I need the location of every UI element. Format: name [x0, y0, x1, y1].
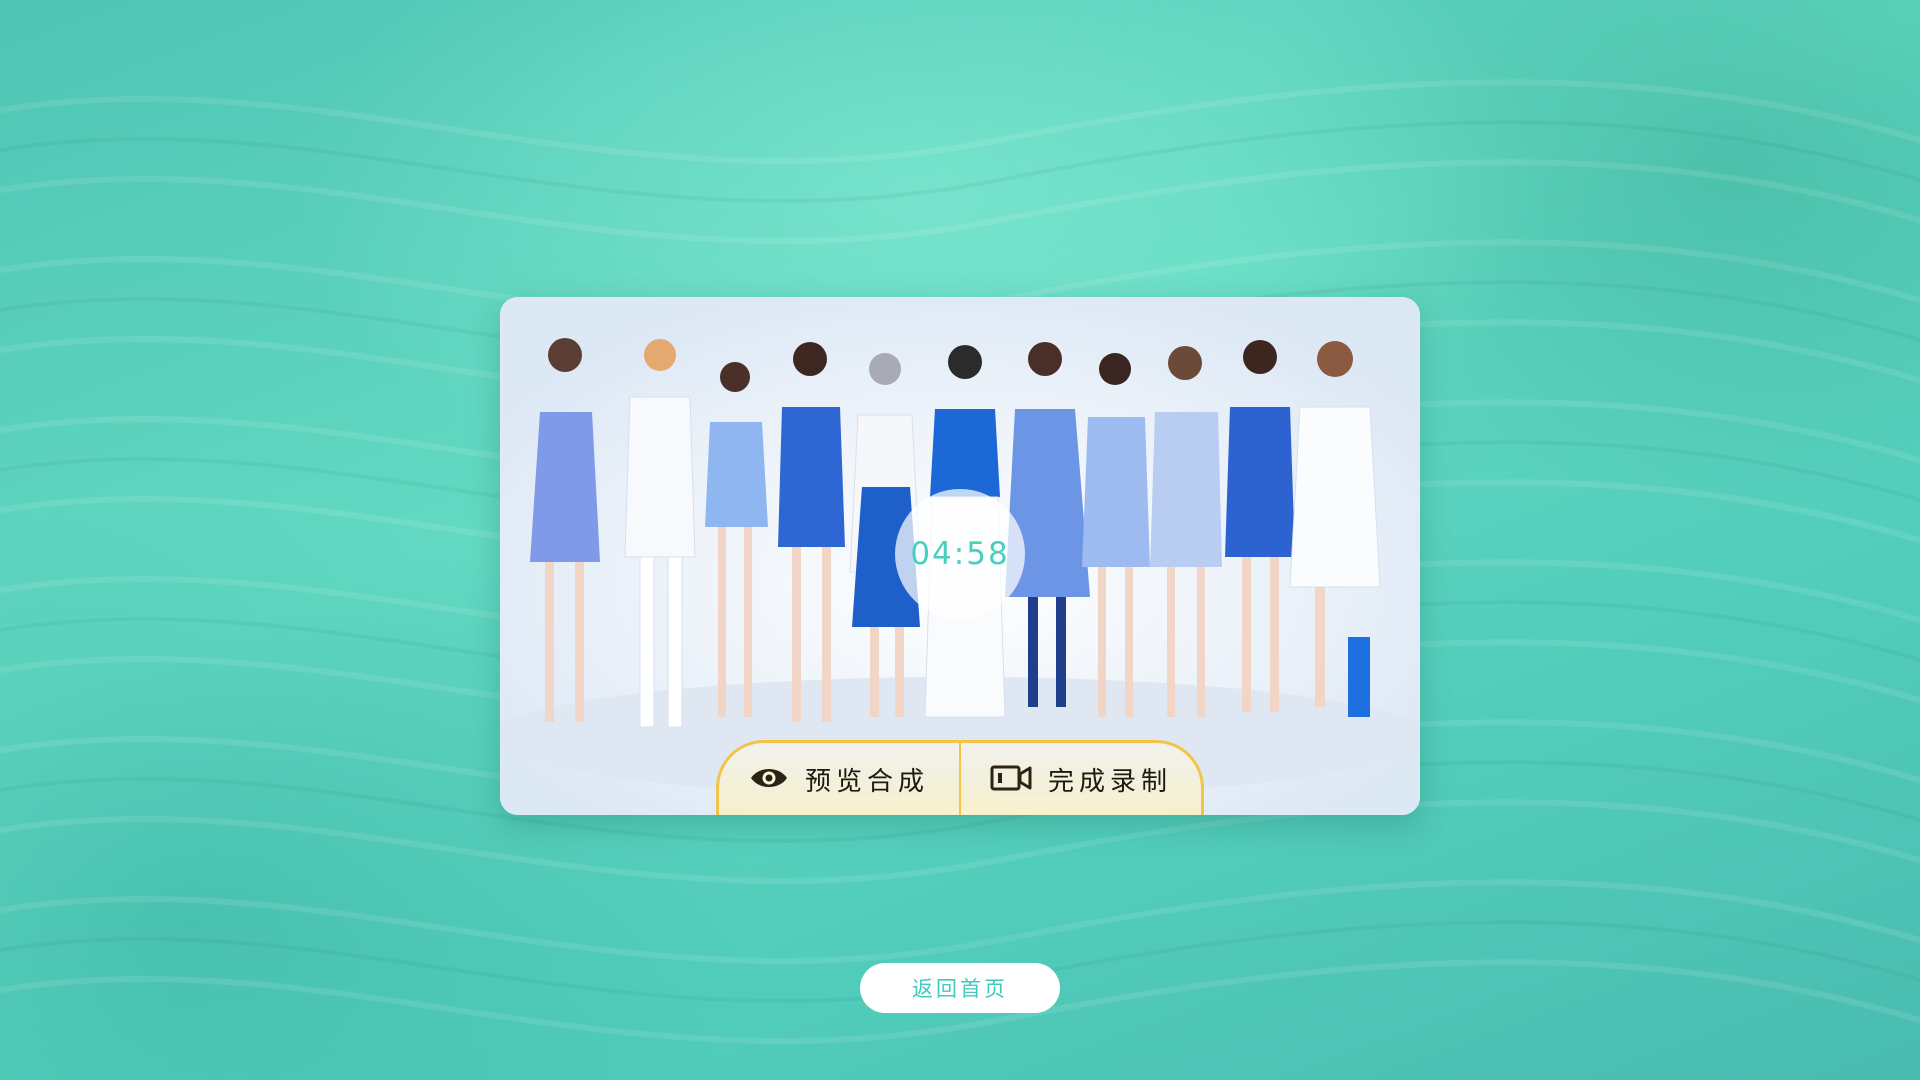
eye-icon: [749, 765, 789, 795]
return-home-button[interactable]: 返回首页: [860, 963, 1060, 1013]
return-home-label: 返回首页: [912, 977, 1008, 1001]
preview-label: 预览合成: [804, 767, 929, 797]
timer-text: 04:58: [910, 536, 1010, 572]
group-photo-card: 04:58 预览合成 完成录制: [500, 297, 1420, 815]
action-bar: 预览合成 完成录制: [716, 740, 1204, 815]
preview-button[interactable]: 预览合成: [719, 743, 959, 815]
finish-recording-label: 完成录制: [1047, 767, 1172, 797]
finish-recording-button[interactable]: 完成录制: [961, 743, 1201, 815]
countdown-timer: 04:58: [895, 489, 1025, 619]
video-camera-icon: [990, 764, 1032, 796]
